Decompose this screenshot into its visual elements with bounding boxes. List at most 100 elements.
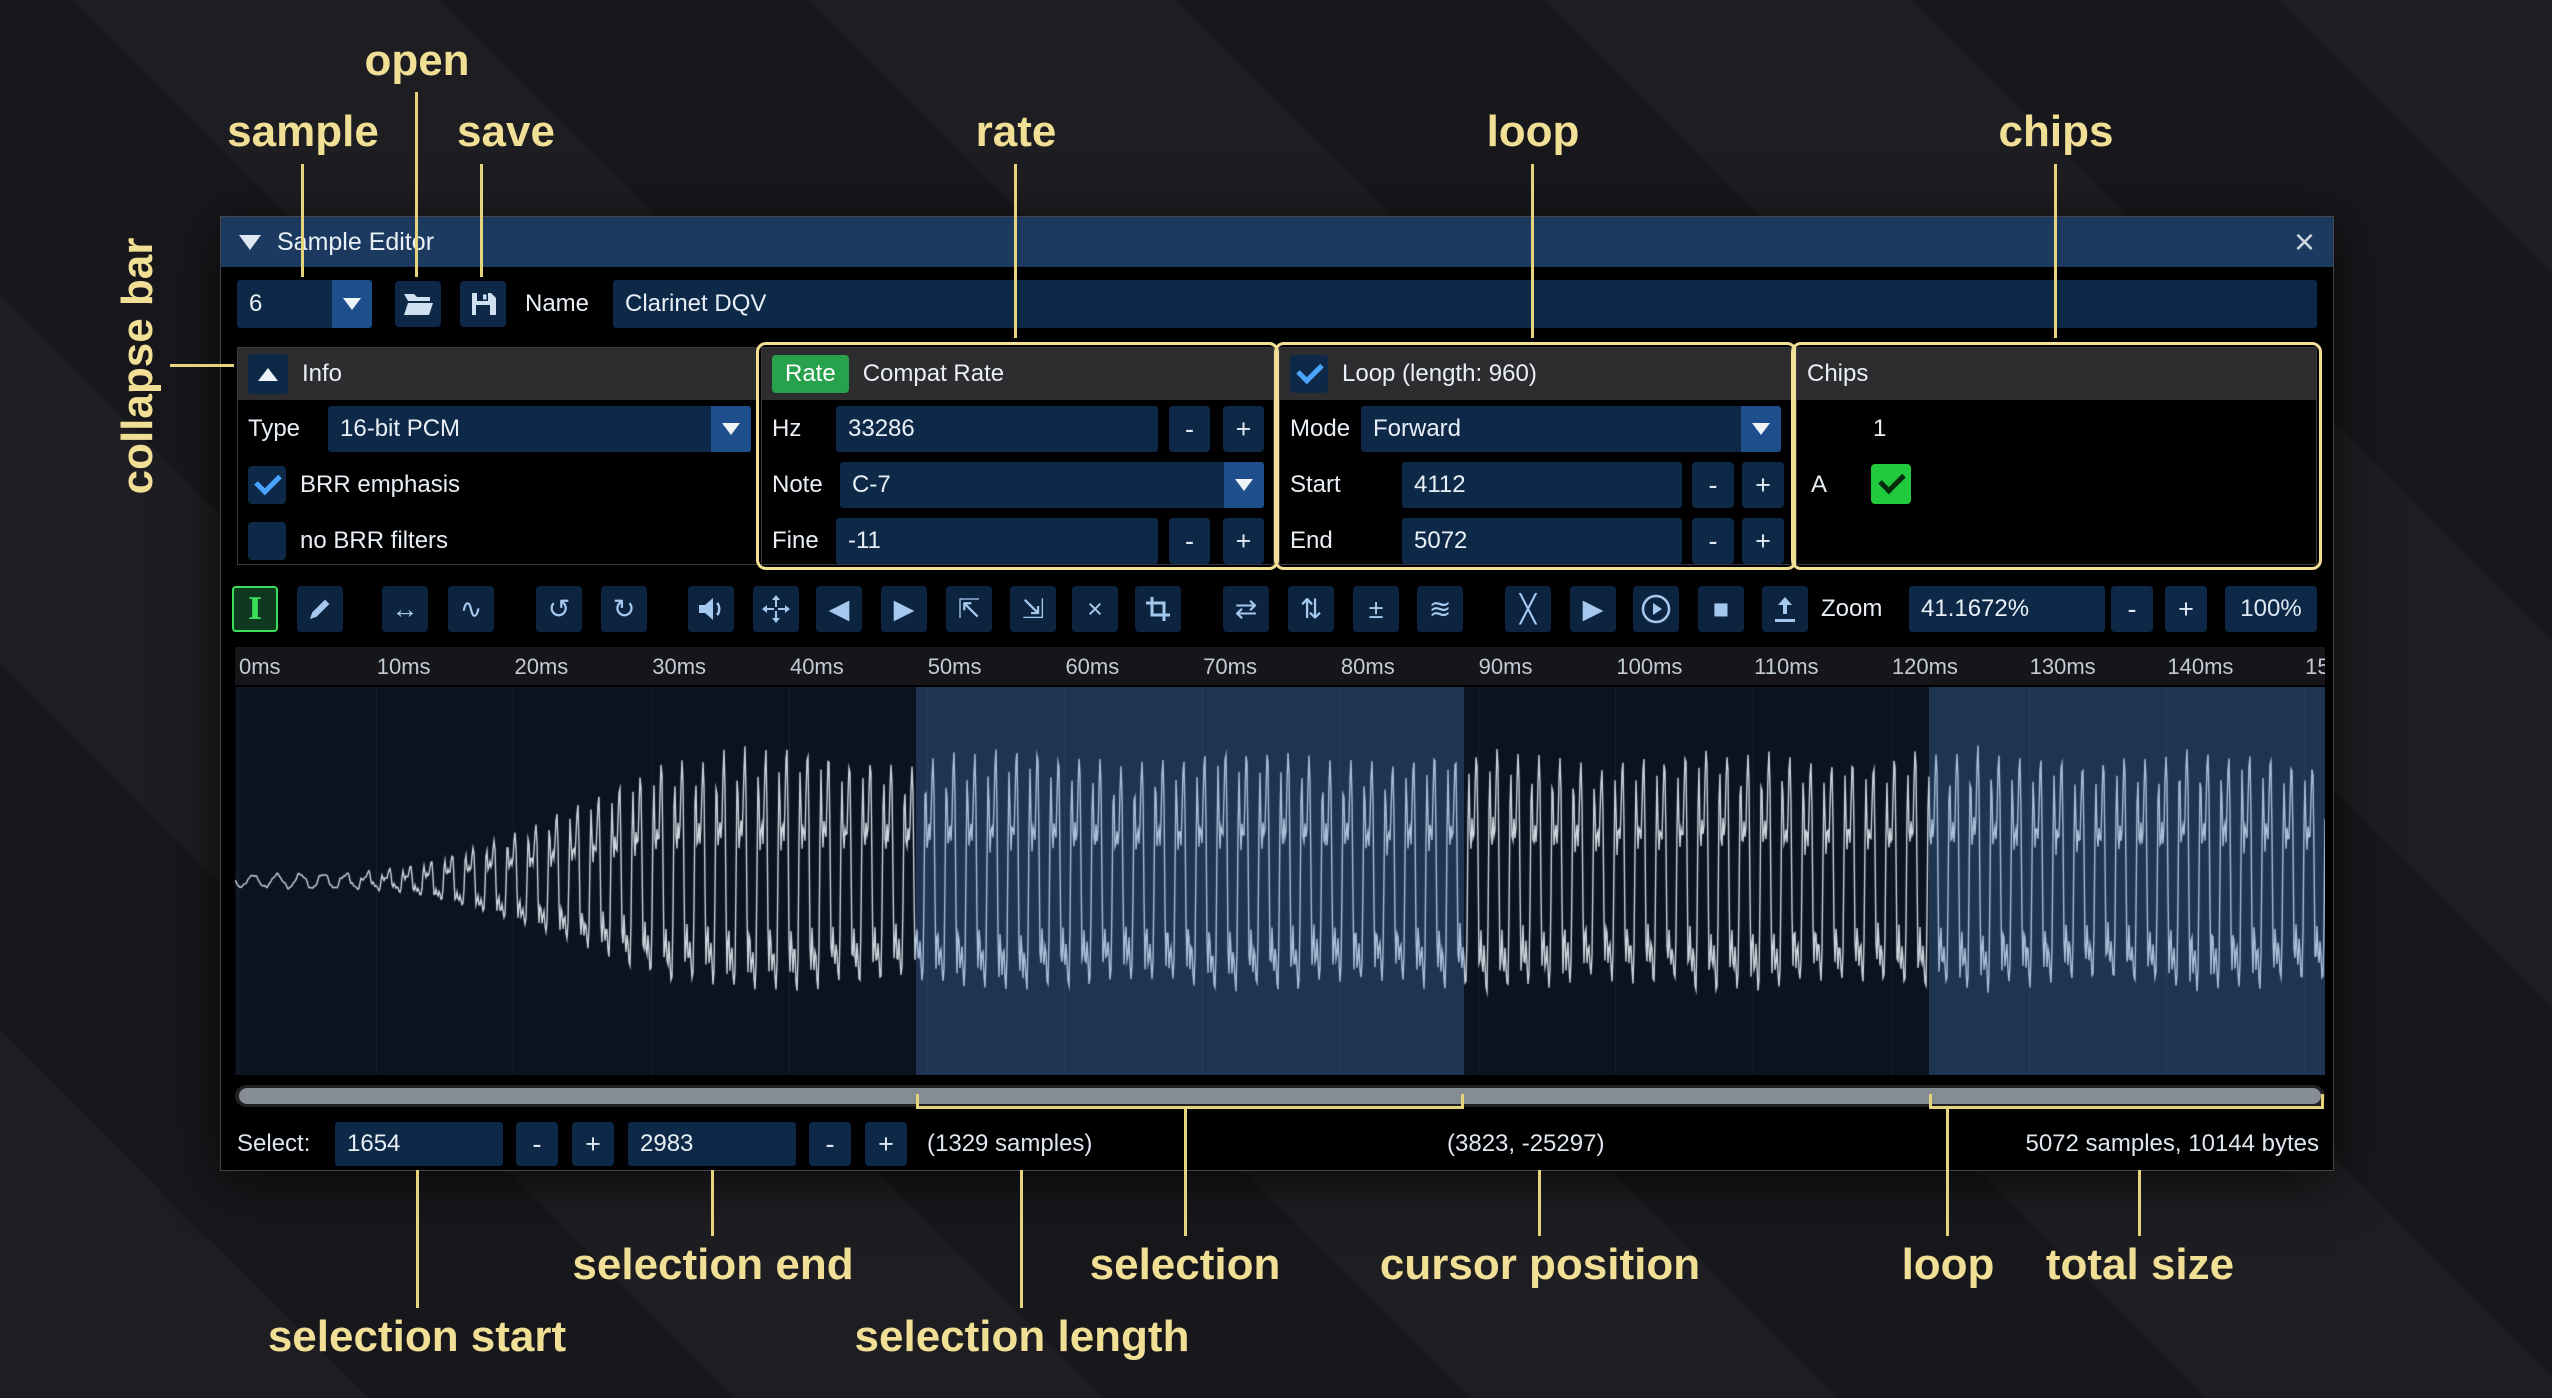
loop-start-plus-button[interactable]: + [1742, 462, 1784, 508]
loop-end-plus-button[interactable]: + [1742, 518, 1784, 564]
normalize-button[interactable] [753, 586, 799, 632]
selection-end-plus-button[interactable]: + [865, 1122, 907, 1166]
brr-emphasis-checkbox[interactable] [248, 466, 286, 504]
zoom-minus-button[interactable]: - [2111, 586, 2153, 632]
no-brr-filters-checkbox[interactable] [248, 522, 286, 560]
folder-open-icon [402, 291, 434, 317]
chevron-down-icon[interactable] [1224, 462, 1264, 508]
save-sample-button[interactable] [460, 281, 506, 327]
trim-button[interactable] [1135, 586, 1181, 632]
ruler-label: 10ms [377, 654, 431, 680]
stop-button[interactable]: ■ [1698, 586, 1744, 632]
ruler-label: 50ms [928, 654, 982, 680]
hz-plus-button[interactable]: + [1223, 406, 1264, 452]
annotation-selection: selection [1090, 1240, 1281, 1290]
sample-type-select[interactable]: 16-bit PCM [328, 406, 751, 452]
note-value: C-7 [840, 462, 1224, 508]
apply-silence-button[interactable]: ⇲ [1010, 586, 1056, 632]
preview-button[interactable]: ▶ [1570, 586, 1616, 632]
rate-header: Rate Compat Rate [762, 348, 1273, 400]
loop-mode-select[interactable]: Forward [1361, 406, 1781, 452]
annotation-line [1020, 1170, 1023, 1308]
sign-button[interactable]: ± [1353, 586, 1399, 632]
chevron-down-icon[interactable] [711, 406, 751, 452]
collapse-bar-button[interactable] [248, 354, 288, 394]
loop-enable-checkbox[interactable] [1290, 355, 1328, 393]
selection-start-minus-button[interactable]: - [516, 1122, 558, 1166]
hz-input[interactable]: 33286 [836, 406, 1158, 452]
delete-button[interactable]: × [1072, 586, 1118, 632]
loop-start-minus-button[interactable]: - [1692, 462, 1734, 508]
fade-out-button[interactable]: ▶ [881, 586, 927, 632]
fade-in-button[interactable]: ◀ [816, 586, 862, 632]
ruler-label: 0ms [239, 654, 281, 680]
note-select[interactable]: C-7 [840, 462, 1264, 508]
annotation-line [170, 364, 234, 367]
loop-end-input[interactable]: 5072 [1402, 518, 1682, 564]
reverse-button[interactable]: ⇄ [1223, 586, 1269, 632]
chips-section: Chips 1 A [1796, 347, 2317, 565]
chevron-down-icon[interactable] [1741, 406, 1781, 452]
selection-end-input[interactable]: 2983 [628, 1122, 796, 1166]
loop-start-input[interactable]: 4112 [1402, 462, 1682, 508]
zoom-label: Zoom [1821, 583, 1882, 635]
sample-name-input[interactable]: Clarinet DQV [613, 280, 2317, 328]
fine-label: Fine [772, 518, 819, 564]
edit-mode-button[interactable]: I [232, 586, 278, 632]
select-label: Select: [237, 1122, 310, 1166]
annotation-line [480, 164, 483, 277]
redo-button[interactable]: ↻ [601, 586, 647, 632]
amplify-button[interactable] [688, 586, 734, 632]
cursor-position-text: (3823, -25297) [1447, 1122, 1604, 1166]
draw-mode-button[interactable] [297, 586, 343, 632]
play-button[interactable] [1633, 586, 1679, 632]
insert-silence-button[interactable]: ⇱ [946, 586, 992, 632]
waveform-area[interactable] [235, 687, 2325, 1075]
fine-plus-button[interactable]: + [1223, 518, 1264, 564]
loop-header-label: Loop (length: 960) [1342, 360, 1537, 388]
resize-button[interactable]: ↔ [382, 586, 428, 632]
zoom-reset-button[interactable]: 100% [2225, 586, 2317, 632]
annotation-line [415, 92, 418, 277]
sample-selector[interactable]: 6 [237, 280, 372, 328]
chevron-down-icon[interactable] [332, 280, 372, 328]
annotation-loop: loop [1487, 107, 1580, 157]
loop-region-highlight [1929, 687, 2325, 1075]
close-icon[interactable]: × [2294, 224, 2315, 260]
export-button[interactable] [1762, 586, 1808, 632]
fine-minus-button[interactable]: - [1169, 518, 1210, 564]
selection-highlight [916, 687, 1464, 1075]
annotation-selection-bracket [916, 1106, 1464, 1109]
zoom-plus-button[interactable]: + [2165, 586, 2207, 632]
annotation-cursor-position: cursor position [1380, 1240, 1700, 1290]
annotation-line [2138, 1170, 2141, 1236]
selection-start-plus-button[interactable]: + [572, 1122, 614, 1166]
annotation-rate: rate [976, 107, 1057, 157]
window-collapse-icon[interactable] [239, 235, 261, 250]
ruler-label: 80ms [1341, 654, 1395, 680]
timeline-ruler[interactable]: 0ms10ms20ms30ms40ms50ms60ms70ms80ms90ms1… [235, 647, 2325, 685]
invert-button[interactable]: ⇅ [1288, 586, 1334, 632]
resample-button[interactable]: ∿ [448, 586, 494, 632]
waveform-scrollbar[interactable] [235, 1085, 2325, 1107]
annotation-line [301, 164, 304, 277]
annotation-line [1461, 1094, 1464, 1106]
crossfade-loop-button[interactable]: ╳ [1505, 586, 1551, 632]
selection-start-input[interactable]: 1654 [335, 1122, 503, 1166]
fine-input[interactable]: -11 [836, 518, 1158, 564]
undo-button[interactable]: ↺ [536, 586, 582, 632]
sample-type-value: 16-bit PCM [328, 406, 711, 452]
hz-minus-button[interactable]: - [1169, 406, 1210, 452]
selection-end-minus-button[interactable]: - [809, 1122, 851, 1166]
annotation-save: save [457, 107, 555, 157]
floppy-save-icon [469, 290, 497, 318]
ruler-label: 130ms [2030, 654, 2096, 680]
scrollbar-thumb[interactable] [239, 1088, 2321, 1104]
window-titlebar[interactable]: Sample Editor × [221, 217, 2333, 267]
ruler-label: 60ms [1065, 654, 1119, 680]
filter-button[interactable]: ≋ [1417, 586, 1463, 632]
chip-enable-checkbox[interactable] [1871, 464, 1911, 504]
loop-end-minus-button[interactable]: - [1692, 518, 1734, 564]
zoom-input[interactable]: 41.1672% [1909, 586, 2105, 632]
open-sample-button[interactable] [395, 281, 441, 327]
